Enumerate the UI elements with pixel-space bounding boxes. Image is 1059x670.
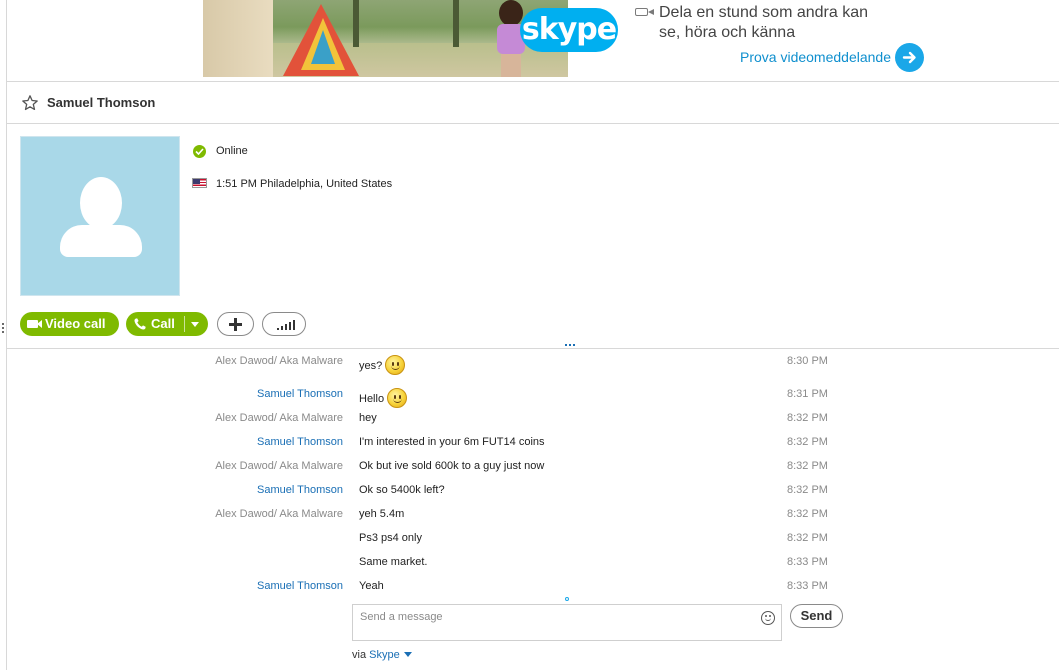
message-text: Same market. [359, 556, 428, 568]
star-icon[interactable] [21, 94, 39, 112]
message-row: Samuel Thomson Yeah 8:33 PM [0, 577, 1059, 597]
ad-cta-link[interactable]: Prova videomeddelande [740, 49, 891, 65]
chat-divider [7, 348, 1059, 349]
message-time: 8:33 PM [787, 580, 828, 592]
message-row: Ps3 ps4 only 8:32 PM [0, 529, 1059, 549]
status-text: Online [216, 145, 248, 157]
arrow-right-icon[interactable] [895, 43, 924, 72]
message-sender[interactable]: Samuel Thomson [257, 436, 343, 448]
ad-headline: Dela en stund som andra kan se, höra och… [659, 4, 869, 41]
avatar[interactable] [20, 136, 180, 296]
ad-photo-person [203, 0, 273, 77]
send-button[interactable]: Send [790, 604, 843, 628]
ad-photo-tree [453, 0, 459, 47]
avatar-shoulders [60, 225, 142, 257]
smile-emoticon-icon [385, 355, 406, 375]
ad-banner[interactable]: skype Dela en stund som andra kan se, hö… [7, 0, 1059, 82]
signal-bar [285, 324, 287, 330]
typing-indicator-icon [565, 597, 569, 601]
ad-photo[interactable] [203, 0, 568, 77]
message-input[interactable] [353, 605, 753, 629]
add-participant-button[interactable] [217, 312, 254, 336]
video-call-label: Video call [45, 316, 106, 331]
phone-icon [133, 317, 147, 331]
message-time: 8:30 PM [787, 355, 828, 367]
chevron-down-icon[interactable] [403, 652, 412, 657]
signal-bar [289, 322, 291, 330]
call-button-separator [184, 316, 185, 332]
message-time: 8:32 PM [787, 508, 828, 520]
message-row: Alex Dawod/ Aka Malware yeh 5.4m 8:32 PM [0, 505, 1059, 525]
video-camera-lens [37, 320, 42, 328]
message-row: Samuel Thomson Hello 8:31 PM [0, 385, 1059, 408]
via-label: via [352, 649, 367, 661]
message-text: yes? [359, 355, 406, 375]
resize-handle-dots[interactable] [565, 344, 577, 347]
message-row: Same market. 8:33 PM [0, 553, 1059, 573]
conversation-header: Samuel Thomson [7, 83, 1059, 124]
smile-emoticon-icon [387, 388, 408, 408]
message-row: Alex Dawod/ Aka Malware hey 8:32 PM [0, 409, 1059, 429]
message-time: 8:32 PM [787, 484, 828, 496]
message-composer[interactable] [352, 604, 782, 641]
online-status-icon [193, 145, 206, 158]
message-row: Alex Dawod/ Aka Malware yes? 8:30 PM [0, 352, 1059, 375]
message-time: 8:33 PM [787, 556, 828, 568]
video-message-icon [635, 7, 655, 17]
message-time: 8:32 PM [787, 436, 828, 448]
call-label: Call [151, 316, 175, 331]
message-sender[interactable]: Samuel Thomson [257, 388, 343, 400]
skype-chat-window: skype Dela en stund som andra kan se, hö… [0, 0, 1059, 670]
message-text: Yeah [359, 580, 384, 592]
call-button[interactable]: Call [126, 312, 208, 336]
service-dropdown[interactable]: Skype [369, 649, 412, 661]
skype-logo: skype [520, 8, 618, 52]
message-sender[interactable]: Alex Dawod/ Aka Malware [215, 460, 343, 472]
video-call-button[interactable]: Video call [20, 312, 119, 336]
message-time: 8:32 PM [787, 460, 828, 472]
message-text: hey [359, 412, 377, 424]
message-time: 8:32 PM [787, 412, 828, 424]
message-text: Hello [359, 388, 408, 408]
pane-splitter-handle[interactable] [2, 323, 5, 335]
signal-bar [293, 320, 295, 330]
call-quality-button[interactable] [262, 312, 306, 336]
contact-name: Samuel Thomson [47, 95, 156, 110]
message-text: Ps3 ps4 only [359, 532, 422, 544]
skype-logo-text: skype [521, 12, 617, 47]
via-service-selector: via Skype [352, 649, 412, 661]
ad-photo-kite-center [311, 30, 335, 64]
service-name: Skype [369, 649, 400, 661]
signal-bar [281, 326, 283, 330]
avatar-head [80, 177, 122, 229]
message-row: Samuel Thomson Ok so 5400k left? 8:32 PM [0, 481, 1059, 501]
call-options-chevron-down-icon[interactable] [191, 322, 199, 327]
plus-icon-vertical [234, 318, 237, 331]
message-row: Samuel Thomson I'm interested in your 6m… [0, 433, 1059, 453]
message-sender[interactable]: Alex Dawod/ Aka Malware [215, 412, 343, 424]
message-sender[interactable]: Samuel Thomson [257, 484, 343, 496]
message-time: 8:31 PM [787, 388, 828, 400]
message-text: yeh 5.4m [359, 508, 405, 520]
message-text: Ok but ive sold 600k to a guy just now [359, 460, 545, 472]
message-time: 8:32 PM [787, 532, 828, 544]
message-row: Alex Dawod/ Aka Malware Ok but ive sold … [0, 457, 1059, 477]
local-time-location: 1:51 PM Philadelphia, United States [216, 178, 393, 190]
message-text: I'm interested in your 6m FUT14 coins [359, 436, 545, 448]
message-sender[interactable]: Samuel Thomson [257, 580, 343, 592]
us-flag-icon [192, 178, 207, 188]
emoticon-picker-icon[interactable] [761, 611, 775, 625]
message-sender[interactable]: Alex Dawod/ Aka Malware [215, 355, 343, 367]
message-sender[interactable]: Alex Dawod/ Aka Malware [215, 508, 343, 520]
signal-bars-icon [277, 328, 279, 330]
message-text: Ok so 5400k left? [359, 484, 445, 496]
